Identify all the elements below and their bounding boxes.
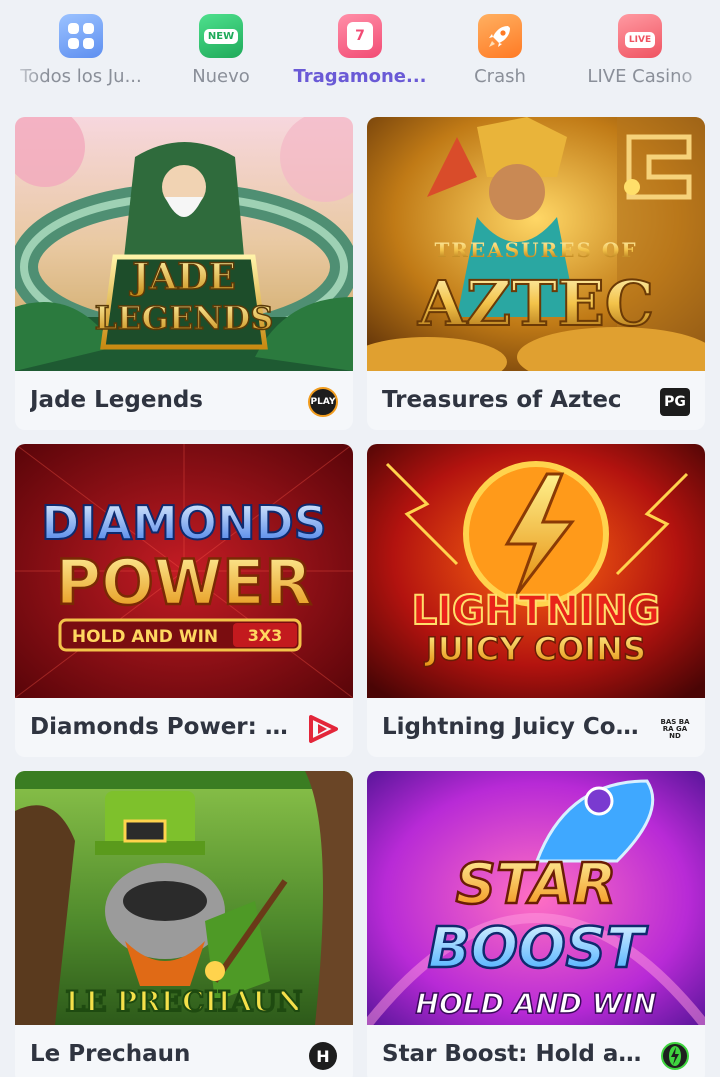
provider-text: BAS BARA GAND xyxy=(660,717,690,740)
game-title: Star Boost: Hold and... xyxy=(382,1041,642,1067)
art-title-line2: LEGENDS xyxy=(95,299,274,337)
game-thumbnail[interactable]: DIAMONDS POWER HOLD AND WIN 3X3 xyxy=(15,444,353,698)
hacksaw-logo-icon: H xyxy=(308,1041,338,1071)
art-title-line2: AZTEC xyxy=(417,267,654,340)
game-title: Le Prechaun xyxy=(30,1041,191,1067)
bolt-circle-logo-icon xyxy=(660,1041,690,1071)
game-title: Diamonds Power: Hol... xyxy=(30,714,290,740)
slot-machine-icon: 7 xyxy=(338,14,382,58)
tab-slots[interactable]: 7 Tragamone... xyxy=(290,12,430,92)
grid-icon xyxy=(59,14,103,58)
game-thumbnail[interactable]: LIGHTNING JUICY COINS xyxy=(367,444,705,698)
game-title: Jade Legends xyxy=(30,387,203,413)
art-title-line1: LE PRECHAUN xyxy=(66,985,303,1018)
tab-crash[interactable]: Crash xyxy=(430,12,570,92)
tab-new[interactable]: NEW Nuevo xyxy=(151,12,291,92)
game-card[interactable]: STAR BOOST HOLD AND WIN Star Boost: Hold… xyxy=(367,771,705,1077)
art-title-line1: JADE xyxy=(129,256,236,298)
tab-all-games[interactable]: Todos los Ju... xyxy=(11,12,151,92)
art-title-line3: HOLD AND WIN xyxy=(416,987,657,1020)
game-card[interactable]: DIAMONDS POWER HOLD AND WIN 3X3 Diamonds… xyxy=(15,444,353,757)
rocket-icon xyxy=(478,14,522,58)
new-badge-icon: NEW xyxy=(199,14,243,58)
art-title-badge: 3X3 xyxy=(248,626,283,645)
game-card[interactable]: LIGHTNING JUICY COINS Lightning Juicy Co… xyxy=(367,444,705,757)
tab-label: Crash xyxy=(474,66,526,87)
live-text: LIVE xyxy=(624,32,656,48)
live-tv-icon: LIVE xyxy=(618,14,662,58)
game-thumbnail[interactable]: TREASURES OF AZTEC xyxy=(367,117,705,371)
provider-text: PG xyxy=(660,388,690,416)
game-card[interactable]: TREASURES OF AZTEC Treasures of Aztec PG xyxy=(367,117,705,430)
play-triangle-logo-icon xyxy=(308,714,338,744)
art-title-line1: TREASURES OF xyxy=(434,238,637,262)
art-title-line1: STAR xyxy=(456,852,617,917)
tab-live-casino[interactable]: LIVE LIVE Casino xyxy=(570,12,710,92)
tab-label: Tragamone... xyxy=(293,66,427,87)
game-card[interactable]: JADE LEGENDS Jade Legends PLAY xyxy=(15,117,353,430)
game-title: Treasures of Aztec xyxy=(382,387,622,413)
slot-number: 7 xyxy=(347,22,373,50)
game-card[interactable]: LE PRECHAUN Le Prechaun H xyxy=(15,771,353,1077)
playson-logo-icon: PLAY xyxy=(308,387,338,417)
game-thumbnail[interactable]: LE PRECHAUN xyxy=(15,771,353,1025)
art-title-line3: HOLD AND WIN xyxy=(72,627,218,647)
new-badge-text: NEW xyxy=(203,28,239,44)
art-title-line2: JUICY COINS xyxy=(424,630,646,668)
art-title-line2: BOOST xyxy=(428,916,648,981)
category-tabs: Todos los Ju... NEW Nuevo 7 Tragamone...… xyxy=(0,0,720,104)
provider-text: PLAY xyxy=(308,387,338,417)
provider-text: H xyxy=(309,1042,337,1070)
tab-label: Nuevo xyxy=(192,66,250,87)
pg-soft-logo-icon: PG xyxy=(660,387,690,417)
tab-label: Todos los Ju... xyxy=(20,66,142,87)
game-title: Lightning Juicy Coins xyxy=(382,714,642,740)
art-title-line1: DIAMONDS xyxy=(41,496,327,550)
tab-label: LIVE Casino xyxy=(587,66,693,87)
game-thumbnail[interactable]: STAR BOOST HOLD AND WIN xyxy=(367,771,705,1025)
bgaming-logo-icon: BAS BARA GAND xyxy=(660,714,690,744)
art-title-line1: LIGHTNING xyxy=(412,588,661,634)
game-thumbnail[interactable]: JADE LEGENDS xyxy=(15,117,353,371)
art-title-line2: POWER xyxy=(56,546,313,619)
